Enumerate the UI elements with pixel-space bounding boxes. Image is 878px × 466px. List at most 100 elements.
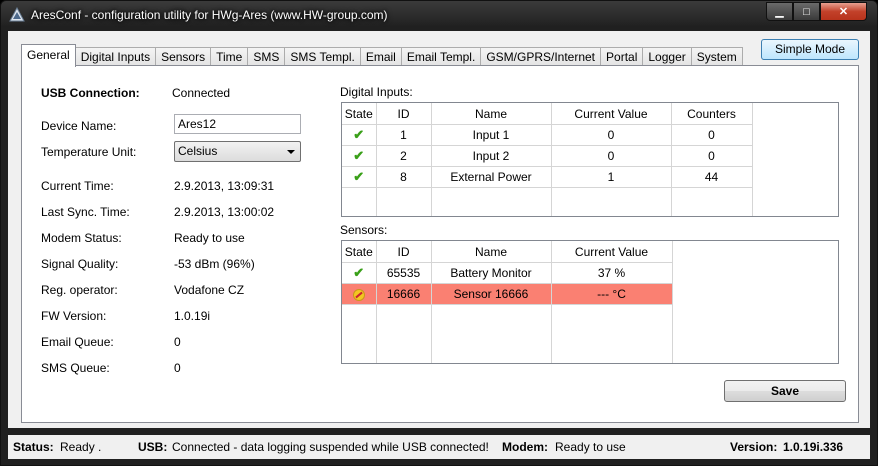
current-time-label: Current Time:	[41, 179, 114, 193]
tab-general[interactable]: General	[21, 44, 76, 67]
column-header[interactable]: State	[342, 241, 377, 263]
cell-id: 16666	[376, 283, 432, 305]
check-icon: ✔	[353, 127, 365, 142]
tab-gsm-gprs-internet[interactable]: GSM/GPRS/Internet	[480, 47, 602, 66]
last-sync-label: Last Sync. Time:	[41, 205, 130, 219]
usb-status-value: Connected - data logging suspended while…	[172, 440, 489, 454]
temperature-unit-select[interactable]: Celsius	[174, 141, 301, 162]
cell-name: Input 2	[431, 145, 552, 167]
column-header[interactable]: ID	[376, 241, 432, 263]
tab-strip: General Digital Inputs Sensors Time SMS …	[21, 44, 743, 67]
cell-name: Sensor 16666	[431, 283, 552, 305]
chevron-down-icon	[287, 150, 295, 154]
table-row[interactable]: ✔ 2 Input 2 0 0	[342, 145, 753, 167]
fw-version-label: FW Version:	[41, 309, 107, 323]
digital-inputs-grid[interactable]: State ID Name Current Value Counters ✔ 1…	[341, 102, 839, 217]
table-row[interactable]: 16666 Sensor 16666 --- °C	[342, 283, 673, 305]
check-icon: ✔	[353, 265, 365, 280]
save-button[interactable]: Save	[724, 380, 846, 402]
cell-counters: 0	[671, 124, 753, 146]
cell-value: 0	[551, 145, 672, 167]
sensors-title: Sensors:	[340, 223, 388, 237]
column-header[interactable]: State	[342, 103, 377, 125]
cell-id: 1	[376, 124, 432, 146]
tab-system[interactable]: System	[690, 47, 743, 66]
table-row[interactable]: ✔ 8 External Power 1 44	[342, 166, 753, 188]
title-bar[interactable]: AresConf - configuration utility for HWg…	[1, 1, 877, 31]
usb-connection-value: Connected	[172, 86, 231, 100]
version-label: Version:	[730, 440, 778, 454]
simple-mode-button[interactable]: Simple Mode	[761, 39, 859, 60]
tab-digital-inputs[interactable]: Digital Inputs	[74, 47, 157, 66]
tab-email-templ[interactable]: Email Templ.	[400, 47, 482, 66]
usb-status-label: USB:	[138, 440, 168, 454]
general-tab-panel: USB Connection: Connected Device Name: A…	[21, 65, 859, 423]
cell-id: 2	[376, 145, 432, 167]
email-queue-label: Email Queue:	[41, 335, 114, 349]
maximize-button[interactable]: □	[793, 2, 820, 21]
sms-queue-value: 0	[174, 361, 181, 375]
reg-operator-value: Vodafone CZ	[174, 283, 245, 297]
device-name-label: Device Name:	[41, 119, 117, 133]
tab-portal[interactable]: Portal	[600, 47, 644, 66]
cell-name: Input 1	[431, 124, 552, 146]
grid-header: State ID Name Current Value Counters	[342, 103, 753, 125]
cell-name: Battery Monitor	[431, 262, 552, 284]
email-queue-value: 0	[174, 335, 181, 349]
tab-sms-templ[interactable]: SMS Templ.	[284, 47, 361, 66]
status-label: Status:	[13, 440, 54, 454]
column-header[interactable]: Current Value	[551, 103, 672, 125]
modem-status-value: Ready to use	[174, 231, 245, 245]
maximize-icon: □	[803, 5, 810, 18]
status-bar: Status: Ready . USB: Connected - data lo…	[8, 435, 870, 459]
usb-connection-label: USB Connection:	[41, 86, 140, 100]
minimize-button[interactable]: ▁	[766, 2, 793, 21]
table-row[interactable]: ✔ 1 Input 1 0 0	[342, 124, 753, 146]
minimize-icon: ▁	[775, 6, 784, 18]
reg-operator-label: Reg. operator:	[41, 283, 118, 297]
sms-queue-label: SMS Queue:	[41, 361, 110, 375]
error-icon	[352, 288, 365, 301]
window-title: AresConf - configuration utility for HWg…	[31, 8, 388, 22]
tab-sensors[interactable]: Sensors	[155, 47, 212, 66]
modem-value: Ready to use	[555, 440, 626, 454]
check-icon: ✔	[353, 148, 365, 163]
signal-quality-value: -53 dBm (96%)	[174, 257, 255, 271]
close-button[interactable]: ✕	[820, 2, 867, 21]
modem-label: Modem:	[502, 440, 548, 454]
table-row[interactable]: ✔ 65535 Battery Monitor 37 %	[342, 262, 673, 284]
app-window: AresConf - configuration utility for HWg…	[0, 0, 878, 466]
version-value: 1.0.19i.336	[783, 440, 844, 454]
cell-counters: 44	[671, 166, 753, 188]
cell-id: 65535	[376, 262, 432, 284]
cell-name: External Power	[431, 166, 552, 188]
modem-status-label: Modem Status:	[41, 231, 122, 245]
cell-value: 1	[551, 166, 672, 188]
column-header[interactable]: Counters	[671, 103, 753, 125]
tab-sms[interactable]: SMS	[247, 47, 286, 66]
tab-time[interactable]: Time	[210, 47, 249, 66]
tab-logger[interactable]: Logger	[642, 47, 692, 66]
check-icon: ✔	[353, 169, 365, 184]
cell-value: 37 %	[551, 262, 673, 284]
sensors-grid[interactable]: State ID Name Current Value ✔ 65535 Batt…	[341, 240, 839, 364]
last-sync-value: 2.9.2013, 13:00:02	[174, 205, 275, 219]
column-header[interactable]: ID	[376, 103, 432, 125]
app-icon	[9, 7, 25, 22]
device-name-field[interactable]: Ares12	[174, 114, 301, 134]
close-icon: ✕	[838, 6, 849, 18]
main-client-area: General Digital Inputs Sensors Time SMS …	[8, 31, 870, 428]
temperature-unit-label: Temperature Unit:	[41, 145, 137, 159]
tab-email[interactable]: Email	[359, 47, 402, 66]
column-header[interactable]: Current Value	[551, 241, 673, 263]
cell-value: --- °C	[551, 283, 673, 305]
cell-counters: 0	[671, 145, 753, 167]
column-header[interactable]: Name	[431, 241, 552, 263]
current-time-value: 2.9.2013, 13:09:31	[174, 179, 275, 193]
digital-inputs-title: Digital Inputs:	[340, 85, 413, 99]
cell-id: 8	[376, 166, 432, 188]
grid-header: State ID Name Current Value	[342, 241, 673, 263]
column-header[interactable]: Name	[431, 103, 552, 125]
status-value: Ready .	[60, 440, 102, 454]
temperature-unit-value: Celsius	[178, 144, 218, 158]
